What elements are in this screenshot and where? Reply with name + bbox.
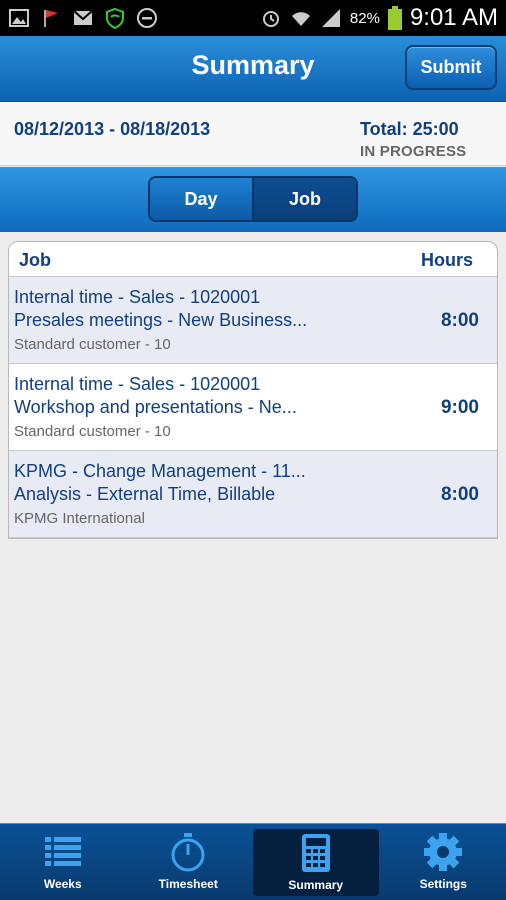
column-header-job: Job bbox=[19, 250, 52, 270]
customer-name: Standard customer - 10 bbox=[14, 336, 171, 353]
table-row[interactable]: Internal time - Sales - 1020001 Workshop… bbox=[9, 364, 497, 451]
block-icon bbox=[137, 8, 157, 28]
row-hours: 8:00 bbox=[440, 310, 479, 331]
list-header: Job Hours bbox=[9, 242, 497, 277]
flag-icon bbox=[44, 10, 58, 27]
column-header-hours: Hours bbox=[420, 250, 473, 270]
table-row[interactable]: KPMG - Change Management - 11... Analysi… bbox=[9, 451, 497, 538]
job-title: KPMG - Change Management - 11... bbox=[14, 461, 306, 481]
customer-name: Standard customer - 10 bbox=[14, 423, 171, 440]
job-title: Internal time - Sales - 1020001 bbox=[14, 374, 261, 394]
gear-icon bbox=[424, 833, 463, 871]
total-hours: Total: 25:00 bbox=[360, 119, 459, 139]
job-title: Internal time - Sales - 1020001 bbox=[14, 287, 261, 307]
summary-info: 08/12/2013 - 08/18/2013 Total: 25:00 IN … bbox=[0, 102, 506, 166]
view-segmented-control: Day Job bbox=[148, 176, 358, 222]
tab-summary-label: Summary bbox=[288, 878, 344, 892]
segment-job[interactable]: Job bbox=[254, 178, 356, 220]
date-range: 08/12/2013 - 08/18/2013 bbox=[14, 119, 211, 139]
tab-timesheet[interactable]: Timesheet bbox=[126, 824, 252, 900]
mail-icon bbox=[73, 10, 93, 25]
gallery-icon bbox=[9, 9, 29, 27]
wifi-icon bbox=[291, 12, 310, 26]
bottom-tab-bar: Weeks Timesheet Summary Settings bbox=[0, 823, 506, 900]
list-icon bbox=[44, 837, 81, 866]
row-hours: 9:00 bbox=[440, 397, 479, 418]
battery-icon bbox=[387, 6, 402, 30]
task-title: Analysis - External Time, Billable bbox=[14, 484, 276, 504]
tab-settings[interactable]: Settings bbox=[381, 824, 506, 900]
tab-weeks[interactable]: Weeks bbox=[0, 824, 126, 900]
shield-icon bbox=[106, 7, 124, 29]
tab-settings-label: Settings bbox=[419, 877, 467, 891]
tab-weeks-label: Weeks bbox=[43, 877, 82, 891]
tab-timesheet-label: Timesheet bbox=[158, 877, 218, 891]
job-list: Job Hours Internal time - Sales - 102000… bbox=[8, 241, 498, 539]
submit-button[interactable]: Submit bbox=[405, 45, 497, 90]
app-header: Summary Submit bbox=[0, 36, 506, 102]
signal-icon bbox=[321, 9, 340, 27]
battery-percent: 82% bbox=[349, 9, 380, 27]
task-title: Workshop and presentations - Ne... bbox=[14, 397, 297, 417]
alarm-icon bbox=[262, 11, 279, 27]
customer-name: KPMG International bbox=[14, 510, 145, 527]
segment-day[interactable]: Day bbox=[150, 178, 254, 220]
row-hours: 8:00 bbox=[440, 484, 479, 505]
table-row[interactable]: Internal time - Sales - 1020001 Presales… bbox=[9, 277, 497, 364]
clock: 9:01 AM bbox=[409, 4, 498, 31]
view-toggle-bar: Day Job bbox=[0, 167, 506, 232]
tab-summary[interactable]: Summary bbox=[253, 829, 379, 896]
calculator-icon bbox=[301, 834, 330, 872]
status-bar: 82% 9:01 AM bbox=[0, 0, 506, 36]
task-title: Presales meetings - New Business... bbox=[14, 310, 308, 330]
stopwatch-icon bbox=[171, 833, 205, 872]
status-badge: IN PROGRESS bbox=[360, 143, 467, 160]
